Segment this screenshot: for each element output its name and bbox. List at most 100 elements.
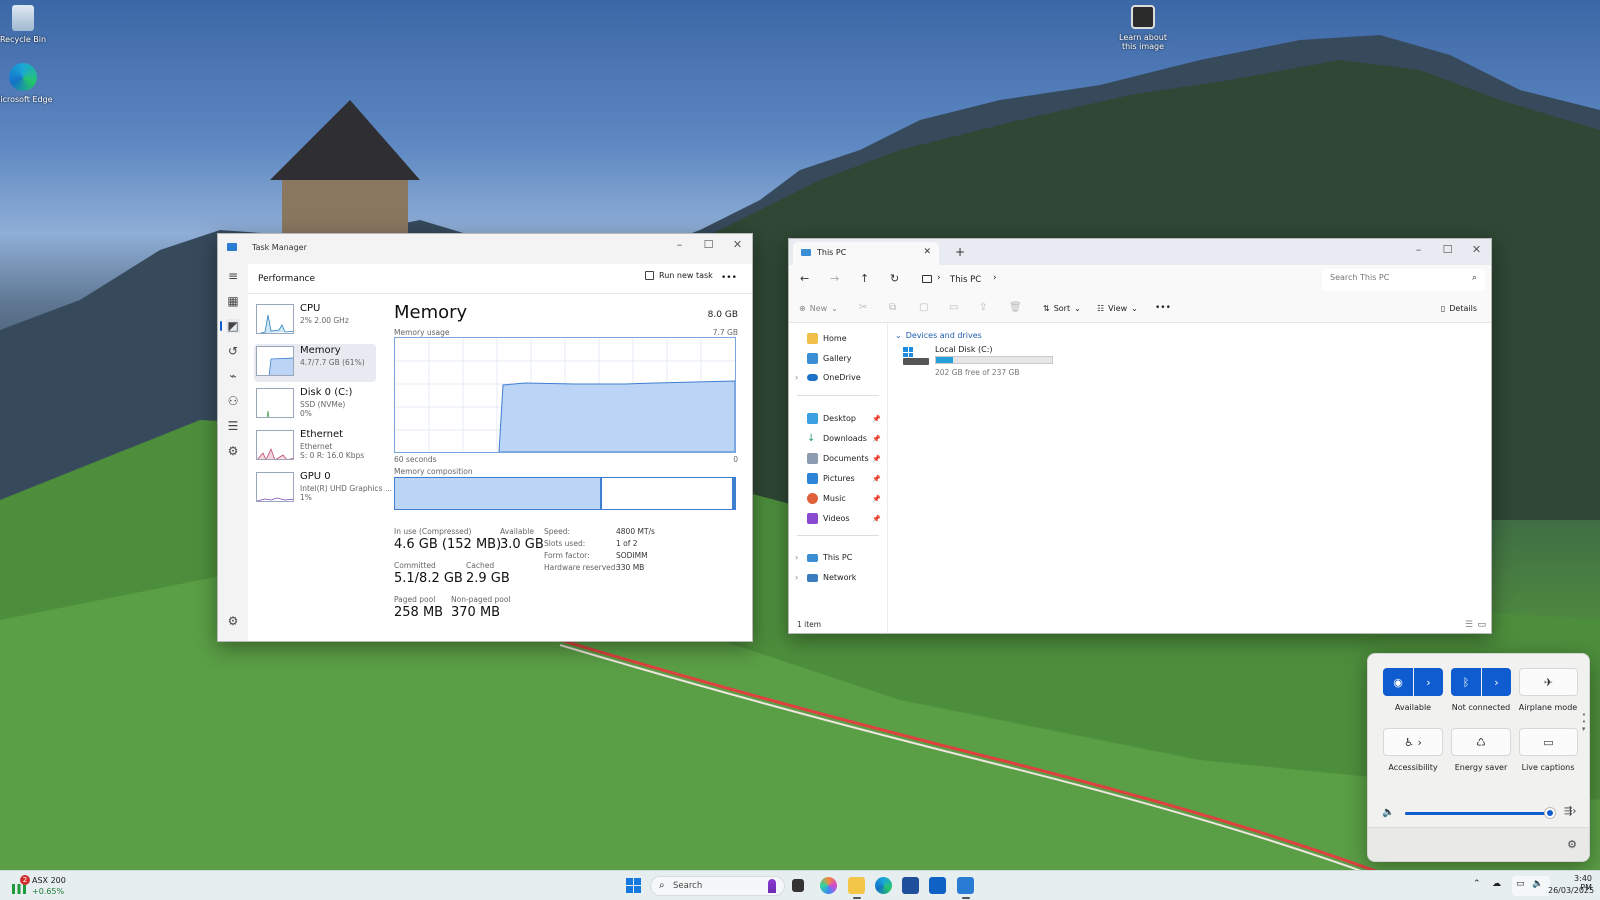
desktop-icon-edge[interactable]: Microsoft Edge <box>0 63 53 104</box>
show-hidden-icons-icon[interactable]: ⌃ <box>1473 879 1481 889</box>
close-icon[interactable]: ✕ <box>1462 239 1491 259</box>
processes-icon[interactable]: ▦ <box>226 294 240 308</box>
search-input[interactable] <box>1330 273 1460 282</box>
back-arrow-icon[interactable]: ← <box>800 272 809 285</box>
minimize-icon[interactable]: – <box>665 234 694 254</box>
startup-apps-icon[interactable]: ⌁ <box>226 369 240 383</box>
airplane-mode-toggle[interactable]: ✈ <box>1519 668 1578 696</box>
drive-local-disk[interactable]: Local Disk (C:) 202 GB free of 237 GB <box>903 345 1063 377</box>
new-tab-button[interactable]: + <box>955 245 965 259</box>
task-manager-titlebar[interactable]: Task Manager – ☐ ✕ <box>218 234 752 264</box>
services-icon[interactable]: ⚙ <box>226 444 240 458</box>
learn-about-image[interactable]: Learn about this image <box>1113 5 1173 51</box>
search-box[interactable]: ⌕ <box>1322 269 1485 291</box>
wifi-toggle[interactable]: ◉ <box>1383 668 1413 696</box>
tiles-view-icon[interactable]: ▭ <box>1477 620 1486 630</box>
minimize-icon[interactable]: – <box>1404 239 1433 259</box>
nav-music[interactable]: Music <box>807 493 846 504</box>
details-button[interactable]: ▯ Details <box>1441 304 1477 313</box>
more-options-button[interactable]: ••• <box>721 273 737 283</box>
outlook-icon[interactable] <box>929 877 946 894</box>
details-view-icon[interactable]: ☰ <box>1465 620 1473 630</box>
quick-settings-panel: ◉ › Available ᛒ › Not connected ✈ Airpla… <box>1367 653 1590 862</box>
nav-label: Videos <box>823 514 850 523</box>
sort-button[interactable]: ⇅ Sort ⌄ <box>1043 304 1081 313</box>
nav-pictures[interactable]: Pictures <box>807 473 855 484</box>
users-icon[interactable]: ⚇ <box>226 394 240 408</box>
volume-icon[interactable]: 🔈 <box>1382 807 1394 818</box>
copy-icon[interactable]: ⧉ <box>889 302 896 313</box>
maximize-icon[interactable]: ☐ <box>1433 239 1462 259</box>
energy-saver-toggle[interactable]: ♺ <box>1451 728 1511 756</box>
nav-onedrive[interactable]: OneDrive <box>807 373 861 382</box>
nav-this-pc[interactable]: This PC <box>807 553 852 562</box>
task-manager-icon[interactable] <box>957 877 974 894</box>
maximize-icon[interactable]: ☐ <box>694 234 723 254</box>
clock-date[interactable]: 26/03/2025 <box>1548 886 1594 895</box>
details-icon[interactable]: ☰ <box>226 419 240 433</box>
live-captions-toggle[interactable]: ▭ <box>1519 728 1578 756</box>
tab-this-pc[interactable]: This PC ✕ <box>793 242 939 265</box>
forward-arrow-icon[interactable]: → <box>830 272 839 285</box>
address-box[interactable]: › This PC › <box>913 269 1307 291</box>
new-button[interactable]: ⊕ New ⌄ <box>799 304 838 313</box>
close-icon[interactable]: ✕ <box>723 234 752 254</box>
settings-icon[interactable]: ⚙ <box>226 614 240 628</box>
expand-chevron-icon[interactable]: › <box>795 553 798 562</box>
copilot-icon[interactable] <box>820 877 837 894</box>
devices-section-header[interactable]: ⌄ Devices and drives <box>895 331 982 340</box>
volume-slider[interactable] <box>1405 808 1556 818</box>
perf-item-gpu[interactable]: GPU 0 Intel(R) UHD Graphics ... 1% <box>254 470 392 508</box>
accessibility-button[interactable]: ♿ › <box>1383 728 1443 756</box>
nav-documents[interactable]: Documents <box>807 453 869 464</box>
rename-icon[interactable]: ▭ <box>949 302 958 313</box>
in-use-value: 4.6 GB (152 MB) <box>394 537 502 552</box>
page-dots[interactable]: • • ▾ <box>1582 712 1586 733</box>
app-history-icon[interactable]: ↺ <box>226 344 240 358</box>
share-icon[interactable]: ⇪ <box>979 302 987 313</box>
nav-downloads[interactable]: ↓ Downloads <box>807 433 867 444</box>
file-explorer-icon[interactable] <box>848 877 865 894</box>
hamburger-menu-icon[interactable]: ≡ <box>226 269 240 283</box>
new-label: New <box>809 304 828 313</box>
up-arrow-icon[interactable]: ↑ <box>860 272 869 285</box>
expand-chevron-icon[interactable]: › <box>795 373 798 382</box>
close-tab-icon[interactable]: ✕ <box>923 247 931 257</box>
perf-item-ethernet[interactable]: Ethernet Ethernet S: 0 R: 16.0 Kbps <box>254 428 376 466</box>
nav-gallery[interactable]: Gallery <box>807 353 852 364</box>
bluetooth-expand-button[interactable]: › <box>1482 668 1511 696</box>
music-icon <box>807 493 818 504</box>
bluetooth-toggle[interactable]: ᛒ <box>1451 668 1481 696</box>
task-view-icon[interactable] <box>792 879 804 892</box>
paste-icon[interactable]: ▢ <box>919 302 928 313</box>
wifi-expand-button[interactable]: › <box>1414 668 1443 696</box>
perf-item-cpu[interactable]: CPU 2% 2.00 GHz <box>254 302 376 340</box>
nav-videos[interactable]: Videos <box>807 513 850 524</box>
stock-widget[interactable]: 2 ASX 200 +0.65% <box>12 875 82 897</box>
perf-item-memory[interactable]: Memory 4.7/7.7 GB (61%) <box>254 344 376 382</box>
refresh-icon[interactable]: ↻ <box>890 272 899 285</box>
network-volume-group[interactable]: ▭ 🔈 <box>1512 876 1550 896</box>
volume-thumb[interactable] <box>1545 808 1556 818</box>
delete-icon[interactable]: 🗑 <box>1009 302 1022 313</box>
start-button[interactable] <box>626 878 641 893</box>
perf-item-disk[interactable]: Disk 0 (C:) SSD (NVMe) 0% <box>254 386 376 424</box>
performance-icon[interactable]: ◩ <box>226 319 240 333</box>
nav-desktop[interactable]: Desktop <box>807 413 856 424</box>
view-button[interactable]: ☷ View ⌄ <box>1097 304 1138 313</box>
desktop-icon-recycle-bin[interactable]: Recycle Bin <box>0 5 53 44</box>
nav-network[interactable]: Network <box>807 573 856 582</box>
store-icon[interactable] <box>902 877 919 894</box>
nav-home[interactable]: Home <box>807 333 847 344</box>
expand-chevron-icon[interactable]: › <box>795 573 798 582</box>
audio-output-icon[interactable]: ⇶› <box>1564 806 1576 817</box>
settings-gear-icon[interactable]: ⚙ <box>1567 838 1577 851</box>
run-new-task-button[interactable]: Run new task <box>645 271 713 280</box>
cut-icon[interactable]: ✂ <box>859 302 867 313</box>
breadcrumb-chevron-icon[interactable]: › <box>993 273 997 283</box>
taskbar-search[interactable]: ⌕ Search <box>650 876 785 896</box>
edge-icon[interactable] <box>875 877 892 894</box>
breadcrumb-this-pc[interactable]: This PC <box>950 275 981 285</box>
more-options-button[interactable]: ••• <box>1155 303 1171 313</box>
cloud-icon[interactable]: ☁ <box>1492 879 1501 889</box>
